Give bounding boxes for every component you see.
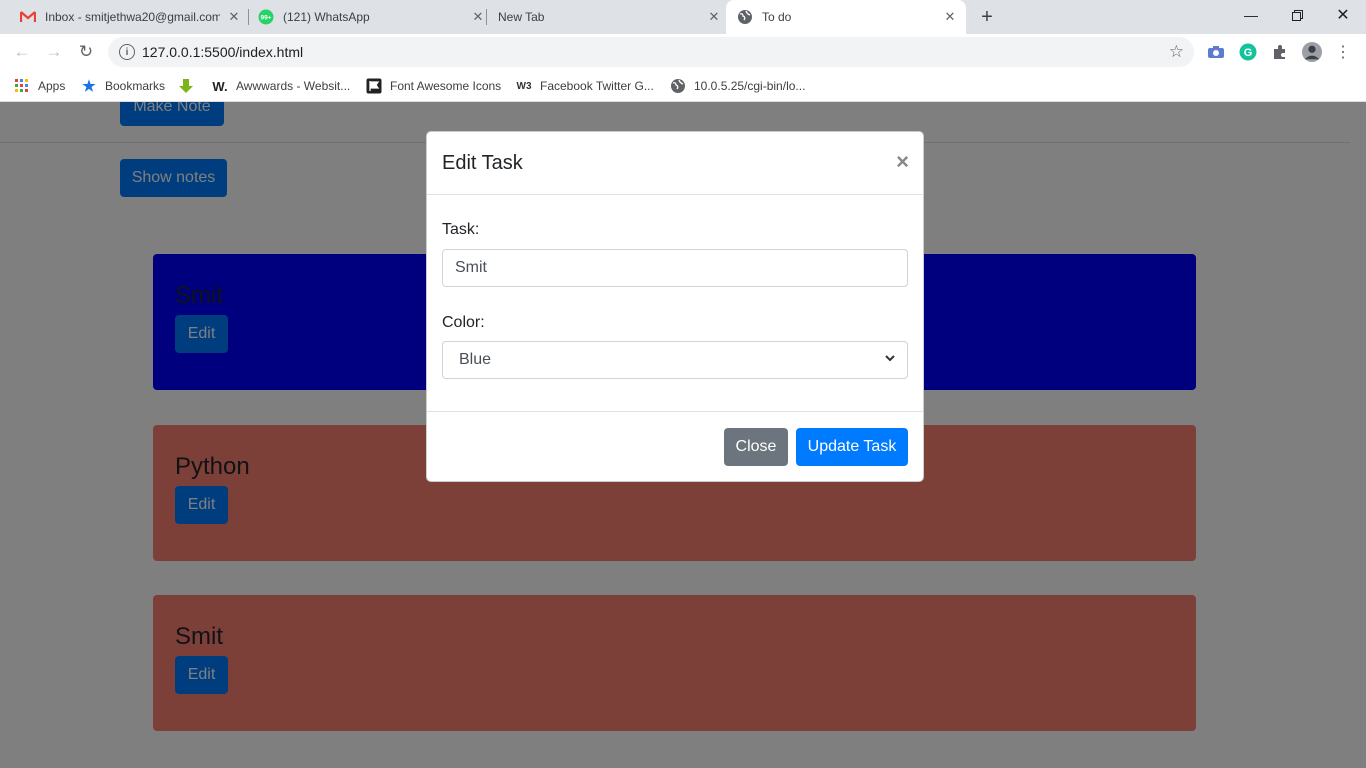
tab-strip: Inbox - smitjethwa20@gmail.com ✕ 99+ (12… bbox=[0, 0, 1366, 34]
bookmark-label: Facebook Twitter G... bbox=[540, 79, 654, 93]
extensions-puzzle-icon[interactable] bbox=[1270, 42, 1290, 62]
modal-title: Edit Task bbox=[442, 152, 523, 174]
browser-toolbar: ← → ↻ i 127.0.0.1:5500/index.html ☆ G ⋮ bbox=[0, 34, 1366, 70]
reload-icon[interactable]: ↻ bbox=[74, 40, 98, 64]
forward-icon[interactable]: → bbox=[42, 40, 66, 64]
tab-newtab[interactable]: New Tab ✕ bbox=[490, 0, 722, 34]
task-input-value: Smit bbox=[455, 259, 487, 276]
modal-header: Edit Task × bbox=[427, 132, 923, 195]
bookmark-label: Apps bbox=[38, 79, 66, 93]
address-bar[interactable]: i 127.0.0.1:5500/index.html ☆ bbox=[108, 37, 1194, 67]
profile-avatar[interactable] bbox=[1302, 42, 1322, 62]
awwwards-icon: W. bbox=[212, 78, 228, 94]
apps-grid-icon bbox=[14, 78, 30, 94]
close-button[interactable]: Close bbox=[724, 428, 788, 466]
globe-icon bbox=[670, 78, 686, 94]
new-tab-icon[interactable]: + bbox=[976, 6, 998, 28]
color-select[interactable]: Blue bbox=[442, 341, 908, 379]
restore-icon[interactable] bbox=[1274, 0, 1320, 30]
close-tab-icon[interactable]: ✕ bbox=[706, 9, 722, 25]
color-label: Color: bbox=[442, 314, 485, 331]
download-arrow-icon bbox=[178, 78, 194, 94]
bookmark-star-icon[interactable]: ☆ bbox=[1169, 42, 1184, 62]
site-info-icon[interactable]: i bbox=[119, 44, 135, 60]
bookmark-label: 10.0.5.25/cgi-bin/lo... bbox=[694, 79, 806, 93]
tab-divider bbox=[486, 9, 487, 25]
svg-text:G: G bbox=[1244, 47, 1253, 59]
browser-menu-icon[interactable]: ⋮ bbox=[1333, 42, 1353, 62]
tab-divider bbox=[248, 9, 249, 25]
tab-label: (121) WhatsApp bbox=[283, 10, 370, 24]
modal-footer: Close Update Task bbox=[427, 411, 923, 481]
bookmark-awwwards[interactable]: W. Awwwards - Websit... bbox=[212, 76, 350, 96]
flag-icon bbox=[366, 78, 382, 94]
tab-whatsapp[interactable]: 99+ (121) WhatsApp ✕ bbox=[250, 0, 486, 34]
whatsapp-badge-text: 99+ bbox=[260, 15, 271, 22]
color-select-value: Blue bbox=[459, 351, 492, 368]
window-close-icon[interactable]: ✕ bbox=[1320, 0, 1366, 30]
bookmark-label: Awwwards - Websit... bbox=[236, 79, 351, 93]
bookmark-font-awesome[interactable]: Font Awesome Icons bbox=[366, 76, 501, 96]
minimize-icon[interactable]: — bbox=[1228, 0, 1274, 30]
globe-icon bbox=[737, 9, 753, 25]
bookmark-cgi-bin[interactable]: 10.0.5.25/cgi-bin/lo... bbox=[670, 76, 805, 96]
star-icon: ★ bbox=[82, 78, 96, 95]
page-viewport: Make Note Show notes Smit Edit Python Ed… bbox=[0, 102, 1366, 768]
task-input[interactable]: Smit bbox=[442, 249, 908, 287]
camera-extension-icon[interactable] bbox=[1206, 42, 1226, 62]
tab-todo[interactable]: To do ✕ bbox=[726, 0, 966, 34]
close-tab-icon[interactable]: ✕ bbox=[942, 9, 958, 25]
edit-task-modal: Edit Task × Task: Smit Color: Blue Close… bbox=[426, 131, 924, 482]
close-tab-icon[interactable]: ✕ bbox=[470, 9, 486, 25]
whatsapp-icon: 99+ bbox=[258, 9, 274, 25]
tab-label: New Tab bbox=[498, 10, 545, 24]
close-icon[interactable]: × bbox=[896, 150, 909, 174]
tab-label: Inbox - smitjethwa20@gmail.com bbox=[45, 10, 220, 24]
tab-label: To do bbox=[762, 10, 792, 24]
back-icon[interactable]: ← bbox=[10, 40, 34, 64]
close-tab-icon[interactable]: ✕ bbox=[226, 9, 242, 25]
chevron-down-icon bbox=[884, 352, 896, 367]
bookmarks-bar: Apps ★ Bookmarks W. Awwwards - Websit...… bbox=[0, 70, 1366, 102]
bookmark-label: Font Awesome Icons bbox=[390, 79, 502, 93]
task-label: Task: bbox=[442, 221, 480, 238]
w3-icon: W3 bbox=[516, 80, 532, 92]
grammarly-icon[interactable]: G bbox=[1238, 42, 1258, 62]
bookmark-label: Bookmarks bbox=[105, 79, 166, 93]
bookmark-apps[interactable]: Apps bbox=[14, 76, 65, 96]
update-task-button[interactable]: Update Task bbox=[796, 428, 908, 466]
tab-gmail[interactable]: Inbox - smitjethwa20@gmail.com ✕ bbox=[12, 0, 242, 34]
bookmark-facebook-twitter[interactable]: W3 Facebook Twitter G... bbox=[516, 76, 654, 96]
bookmark-download[interactable] bbox=[178, 76, 202, 96]
bookmark-bookmarks[interactable]: ★ Bookmarks bbox=[81, 76, 165, 96]
gmail-icon bbox=[20, 9, 36, 25]
url-text: 127.0.0.1:5500/index.html bbox=[142, 44, 304, 60]
